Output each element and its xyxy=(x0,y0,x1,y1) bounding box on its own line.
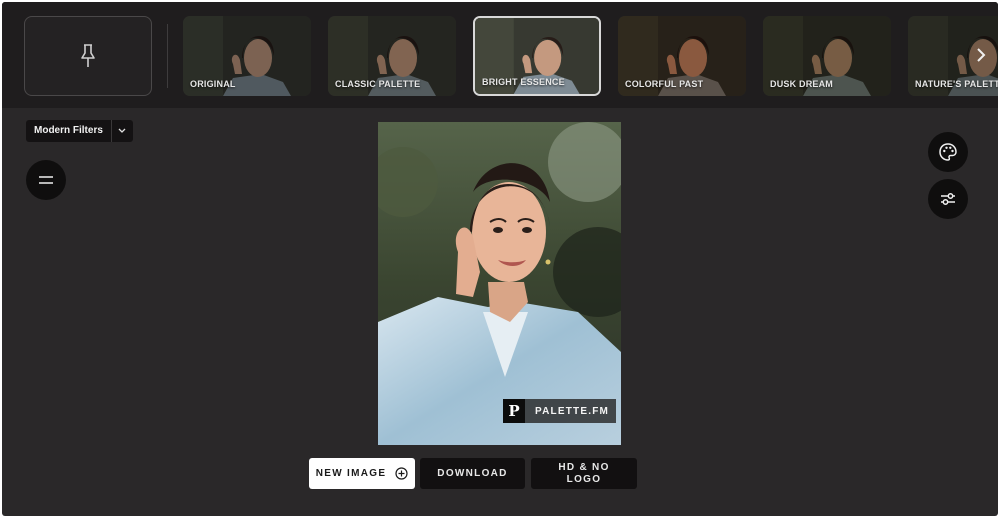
watermark-logo: P xyxy=(503,399,525,423)
hd-no-logo-label: HD & NO LOGO xyxy=(558,461,610,485)
filter-tile[interactable]: CLASSIC PALETTE xyxy=(328,16,456,96)
filter-tile[interactable]: COLORFUL PAST xyxy=(618,16,746,96)
palette-icon xyxy=(939,143,957,161)
filter-label: CLASSIC PALETTE xyxy=(335,79,421,89)
new-image-button[interactable]: NEW IMAGE xyxy=(309,458,415,489)
chevron-right-icon xyxy=(977,48,986,62)
hd-no-logo-button[interactable]: HD & NO LOGO xyxy=(531,458,637,489)
pin-button[interactable] xyxy=(24,16,152,96)
download-button[interactable]: DOWNLOAD xyxy=(420,458,525,489)
palette-button[interactable] xyxy=(928,132,968,172)
app-window: ORIGINAL CLASSIC PALETTE BRIGHT ESSENCE COL… xyxy=(2,2,998,516)
filter-label: ORIGINAL xyxy=(190,79,236,89)
filter-set-label: Modern Filters xyxy=(34,125,103,136)
menu-icon xyxy=(39,176,53,184)
filter-set-dropdown[interactable]: Modern Filters xyxy=(26,120,133,142)
filter-tile[interactable]: BRIGHT ESSENCE xyxy=(473,16,601,96)
strip-divider xyxy=(167,24,168,88)
new-image-label: NEW IMAGE xyxy=(315,468,387,479)
adjust-button[interactable] xyxy=(928,179,968,219)
filter-tile[interactable]: ORIGINAL xyxy=(183,16,311,96)
filter-label: COLORFUL PAST xyxy=(625,79,704,89)
preview-image: P PALETTE.FM xyxy=(378,122,621,445)
sliders-icon xyxy=(941,193,955,205)
watermark: P PALETTE.FM xyxy=(503,399,616,423)
filter-strip: ORIGINAL CLASSIC PALETTE BRIGHT ESSENCE COL… xyxy=(2,2,998,108)
watermark-text: PALETTE.FM xyxy=(535,405,610,417)
scroll-right-button[interactable] xyxy=(964,2,998,108)
menu-button[interactable] xyxy=(26,160,66,200)
pin-icon xyxy=(81,44,95,67)
download-label: DOWNLOAD xyxy=(437,468,508,479)
plus-circle-icon xyxy=(395,467,408,480)
filter-label: DUSK DREAM xyxy=(770,79,834,89)
chevron-down-icon xyxy=(110,120,133,142)
filter-tile[interactable]: DUSK DREAM xyxy=(763,16,891,96)
filter-label: BRIGHT ESSENCE xyxy=(482,77,565,87)
